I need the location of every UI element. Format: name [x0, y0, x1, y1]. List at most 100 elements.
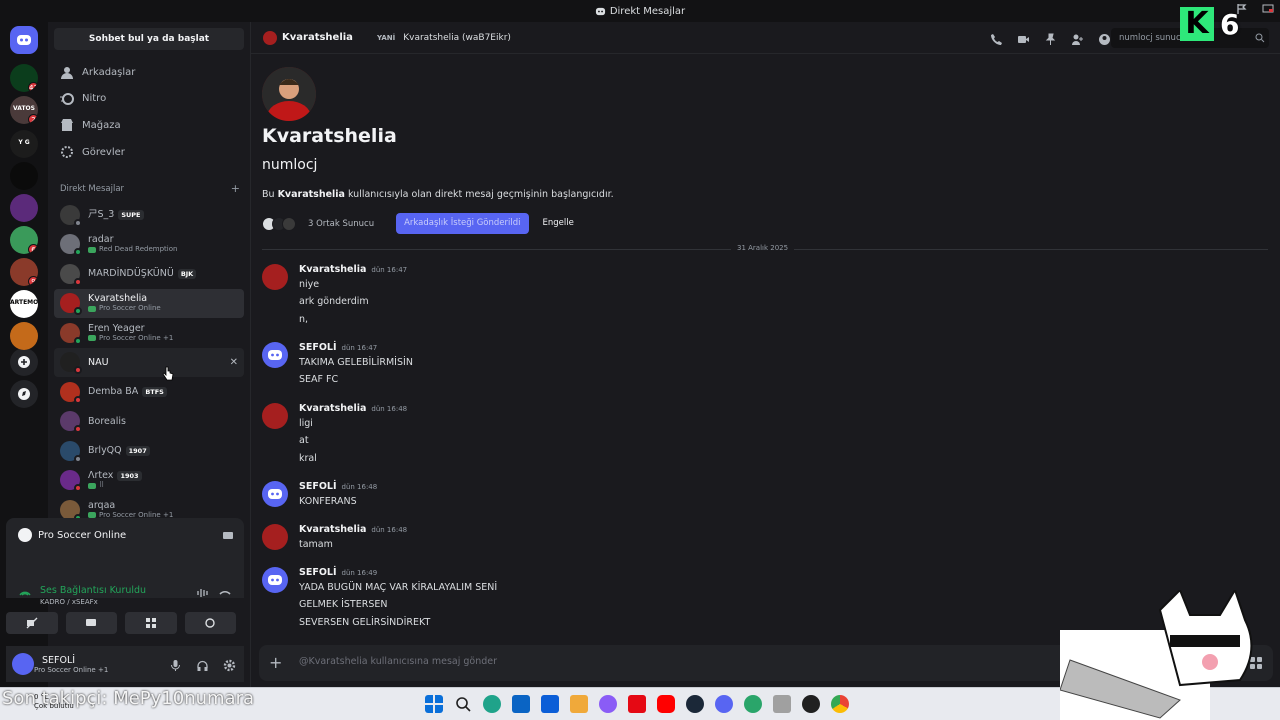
dropbox-icon[interactable]: [541, 695, 559, 713]
mic-icon[interactable]: [169, 657, 182, 671]
edge-icon[interactable]: [483, 695, 501, 713]
message-input[interactable]: @Kvaratshelia kullanıcısına mesaj gönder: [299, 656, 497, 667]
message-text: niye: [299, 279, 320, 290]
store-icon[interactable]: [570, 695, 588, 713]
server-icon[interactable]: [10, 162, 38, 190]
search-icon[interactable]: [454, 695, 472, 713]
message-avatar[interactable]: [262, 524, 288, 550]
soundboard-button[interactable]: [184, 612, 236, 634]
message-author[interactable]: SEFOLİ dün 16:47: [299, 342, 377, 353]
message-avatar[interactable]: [262, 342, 288, 368]
avatar: [60, 499, 82, 522]
block-button[interactable]: Engelle: [535, 213, 582, 234]
dm-item[interactable]: MARDİNDÜŞKÜNÜ BJK: [54, 259, 244, 289]
voice-call-icon[interactable]: [990, 31, 1003, 45]
dm-item[interactable]: NAU ✕: [54, 347, 244, 377]
message-timestamp: dün 16:48: [371, 405, 408, 413]
find-conversation-button[interactable]: Sohbet bul ya da başlat: [54, 28, 244, 50]
edge-2-icon[interactable]: [744, 695, 762, 713]
user-profile-icon[interactable]: [1098, 31, 1111, 45]
status-dot: [74, 425, 82, 434]
server-icon[interactable]: 6: [10, 226, 38, 254]
dm-item[interactable]: Kvaratshelia Pro Soccer Online: [54, 288, 244, 318]
discover-button[interactable]: [10, 380, 38, 408]
music-app-icon[interactable]: [802, 695, 820, 713]
message-avatar[interactable]: [262, 481, 288, 507]
game-app-icon[interactable]: [773, 695, 791, 713]
share-screen-button[interactable]: [65, 612, 117, 634]
noise-suppression-icon[interactable]: [196, 588, 210, 598]
discord-logo-icon: [17, 35, 31, 45]
home-dm-button[interactable]: [10, 26, 38, 54]
headphones-icon[interactable]: [196, 657, 209, 671]
message-author[interactable]: SEFOLİ dün 16:48: [299, 481, 377, 492]
dm-activity-text: ⠿: [99, 481, 105, 490]
message-text: tamam: [299, 539, 333, 550]
add-friends-to-dm-icon[interactable]: [1071, 31, 1084, 45]
dm-name-text: Borealis: [88, 415, 126, 427]
activities-button[interactable]: [125, 612, 177, 634]
intro-text-pre: Bu: [262, 189, 278, 200]
message-author[interactable]: Kvaratshelia dün 16:47: [299, 264, 407, 275]
avatar: [60, 440, 82, 463]
voice-channel[interactable]: KADRO / xSEAFx: [40, 598, 98, 606]
new-dm-button[interactable]: +: [231, 183, 240, 194]
message-author[interactable]: SEFOLİ dün 16:49: [299, 567, 377, 578]
dm-item[interactable]: Λrtex 1903 ⠿: [54, 466, 244, 496]
nav-nitro[interactable]: Nitro: [54, 86, 244, 112]
dm-item[interactable]: Demba BA BTFS: [54, 377, 244, 407]
dm-name-text: MARDİNDÜŞKÜNÜ: [88, 268, 174, 280]
counter-number: 6: [1220, 7, 1240, 41]
dm-item[interactable]: Eren Yeager Pro Soccer Online +1: [54, 318, 244, 348]
server-icon[interactable]: 9: [10, 258, 38, 286]
netflix-icon[interactable]: [628, 695, 646, 713]
dm-name: Demba BA BTFS: [88, 386, 167, 397]
avatar: [60, 411, 82, 434]
activity-title[interactable]: Pro Soccer Online: [18, 528, 126, 542]
dm-item[interactable]: BrlyQQ 1907: [54, 436, 244, 466]
message-avatar[interactable]: [262, 264, 288, 290]
screen-share-icon[interactable]: [222, 530, 234, 542]
chrome-icon[interactable]: [831, 695, 849, 713]
steam-icon[interactable]: [686, 695, 704, 713]
copilot-icon[interactable]: [599, 695, 617, 713]
dm-item[interactable]: Borealis: [54, 407, 244, 437]
intro-avatar[interactable]: [262, 67, 316, 121]
server-icon[interactable]: ARTEMON: [10, 290, 38, 318]
activity-panel: Pro Soccer Online Ses Bağlantısı Kuruldu…: [6, 518, 244, 606]
message-avatar[interactable]: [262, 403, 288, 429]
outlook-icon[interactable]: [512, 695, 530, 713]
server-icon[interactable]: Y G: [10, 130, 38, 158]
close-dm-icon[interactable]: ✕: [230, 357, 238, 368]
camera-off-button[interactable]: [6, 612, 58, 634]
nav-mağaza[interactable]: Mağaza: [54, 112, 244, 138]
server-icon[interactable]: 41: [10, 64, 38, 92]
message-author[interactable]: Kvaratshelia dün 16:48: [299, 524, 407, 535]
server-icon[interactable]: VATOS 2: [10, 96, 38, 124]
server-icon[interactable]: [10, 194, 38, 222]
user-avatar[interactable]: [12, 653, 34, 675]
message-author[interactable]: Kvaratshelia dün 16:48: [299, 403, 407, 414]
server-icon[interactable]: [10, 322, 38, 350]
settings-gear-icon[interactable]: [223, 657, 236, 672]
nav-görevler[interactable]: Görevler: [54, 139, 244, 165]
header-username[interactable]: Kvaratshelia: [282, 32, 353, 43]
add-server-button[interactable]: [10, 348, 38, 376]
mutual-servers-link[interactable]: 3 Ortak Sunucu: [308, 219, 374, 229]
start-icon[interactable]: [425, 695, 443, 713]
dm-item[interactable]: radar Red Dead Redemption: [54, 230, 244, 260]
video-call-icon[interactable]: [1017, 31, 1030, 44]
pinned-messages-icon[interactable]: [1044, 31, 1057, 45]
taskbar-apps: [425, 695, 849, 713]
voice-status[interactable]: Ses Bağlantısı Kuruldu: [40, 585, 146, 596]
attach-plus-icon[interactable]: +: [269, 653, 282, 672]
discord-taskbar-icon[interactable]: [715, 695, 733, 713]
nav-arkadaşlar[interactable]: Arkadaşlar: [54, 59, 244, 85]
message-avatar[interactable]: [262, 567, 288, 593]
dm-item[interactable]: ㄕS_3 SUPE: [54, 200, 244, 230]
message-text: ligi: [299, 418, 313, 429]
youtube-icon[interactable]: [657, 695, 675, 713]
screen-icon[interactable]: [1262, 3, 1274, 15]
disconnect-icon[interactable]: [218, 588, 232, 598]
friend-request-sent-button[interactable]: Arkadaşlık İsteği Gönderildi: [396, 213, 529, 234]
